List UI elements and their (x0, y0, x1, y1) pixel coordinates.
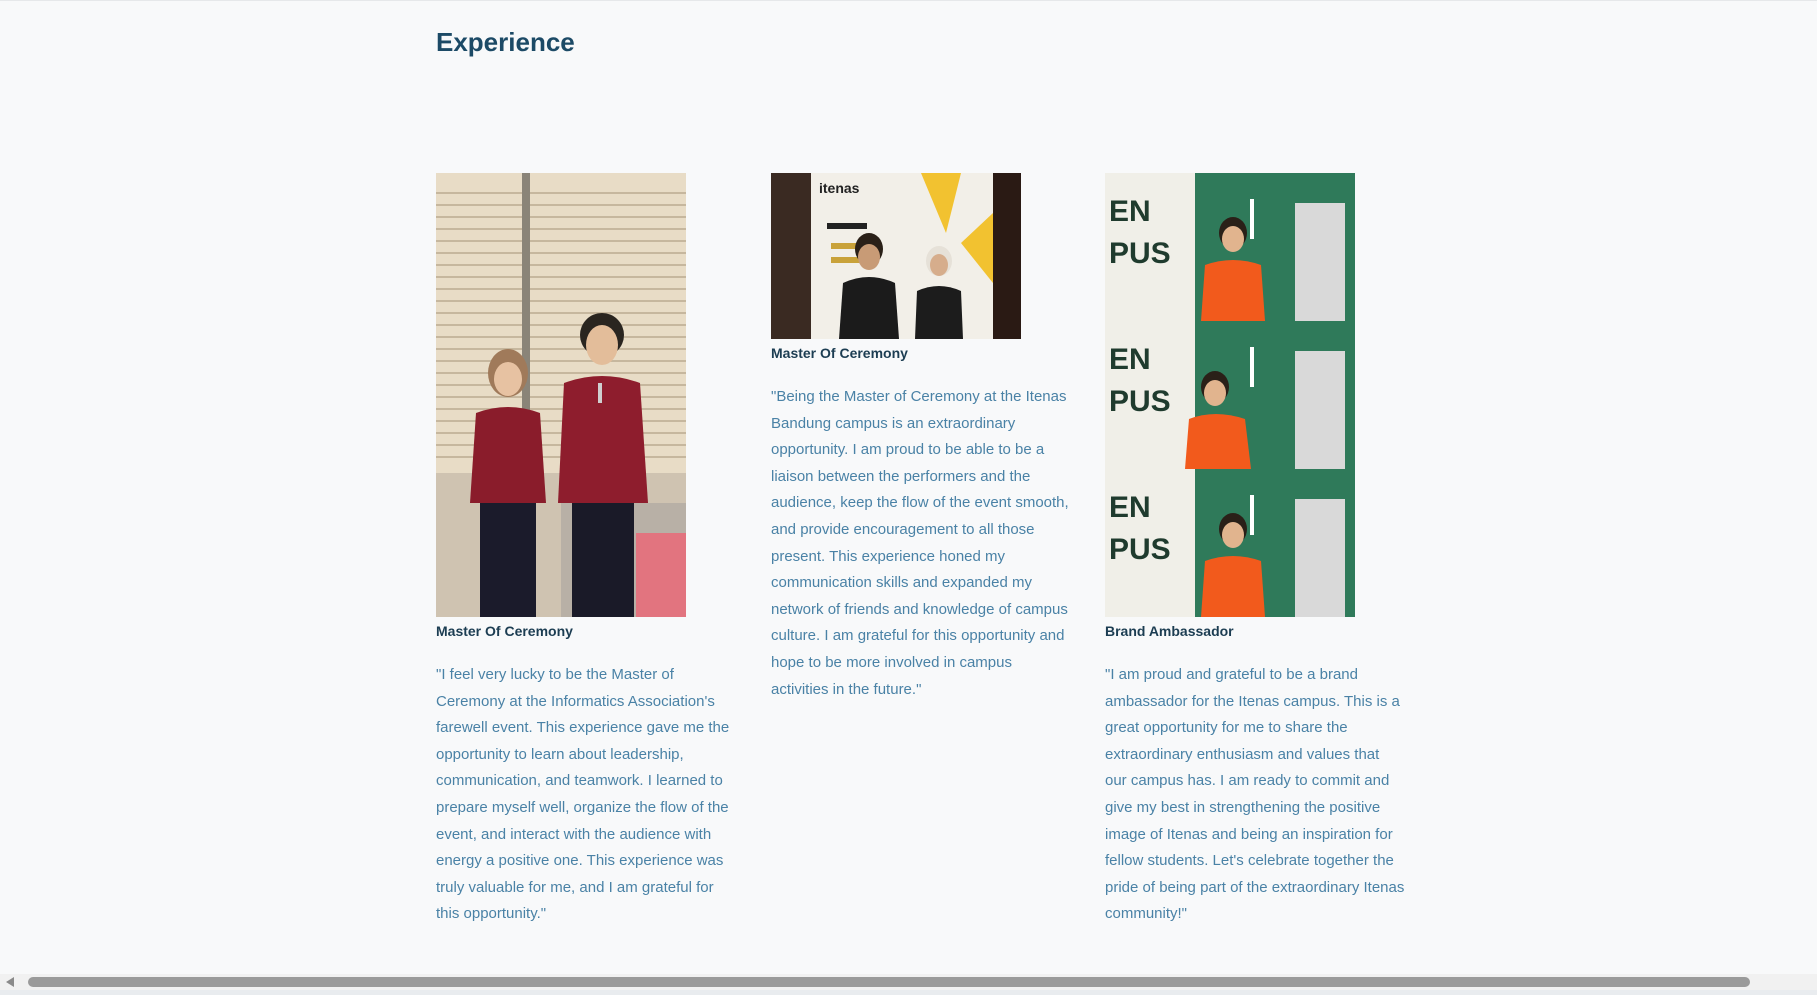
experience-photo-3: EN PUS EN PUS EN PUS (1105, 173, 1355, 617)
experience-card-1: Master Of Ceremony "I feel very lucky to… (436, 173, 736, 928)
experience-quote-3: "I am proud and grateful to be a brand a… (1105, 666, 1405, 923)
experience-photo-2: itenas (771, 173, 1021, 339)
experience-card-3: EN PUS EN PUS EN PUS Brand Ambassador "I… (1105, 173, 1405, 928)
experience-photo-1 (436, 173, 686, 617)
section-title: Experience (436, 27, 575, 57)
svg-text:PUS: PUS (1109, 237, 1171, 270)
experience-role-3: Brand Ambassador (1105, 623, 1234, 639)
svg-text:PUS: PUS (1109, 385, 1171, 418)
experience-role-2: Master Of Ceremony (771, 345, 908, 361)
svg-text:PUS: PUS (1109, 533, 1171, 566)
experience-quote-1: "I feel very lucky to be the Master of C… (436, 666, 730, 923)
scrollbar-thumb[interactable] (28, 977, 1750, 987)
bottom-edge (0, 990, 1817, 995)
svg-text:EN: EN (1109, 195, 1151, 228)
experience-role-1: Master Of Ceremony (436, 623, 573, 639)
banner-text: itenas (819, 180, 860, 196)
svg-text:EN: EN (1109, 343, 1151, 376)
scroll-left-arrow-icon[interactable] (6, 977, 14, 987)
horizontal-scrollbar[interactable] (0, 974, 1817, 990)
experience-card-2: itenas Master Of Ceremony "Being the Mas… (771, 173, 1071, 703)
experience-quote-2: "Being the Master of Ceremony at the Ite… (771, 388, 1069, 698)
experience-page: Experience Master Of Ceremony "I feel ve… (0, 0, 1817, 995)
svg-text:EN: EN (1109, 491, 1151, 524)
